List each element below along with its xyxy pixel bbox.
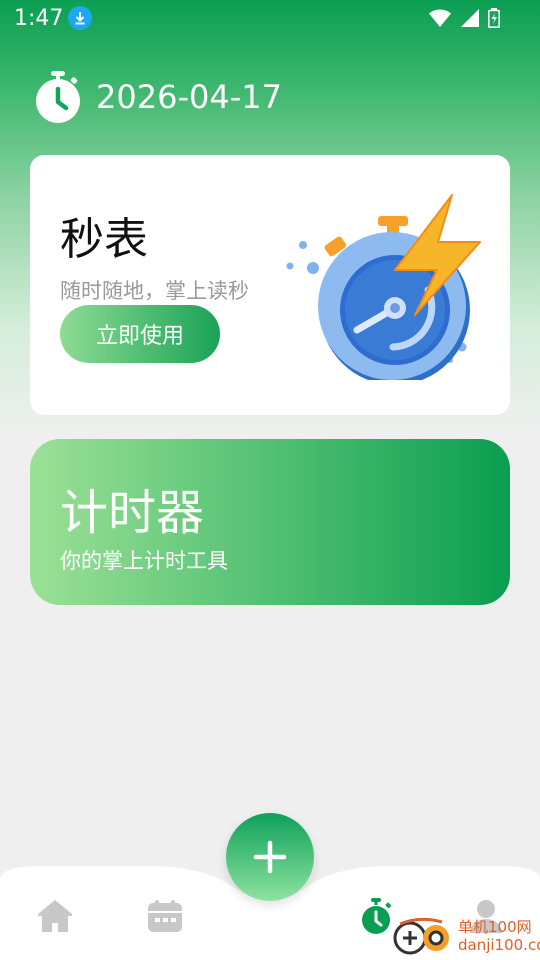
download-icon [68, 6, 92, 30]
add-button[interactable] [226, 813, 314, 901]
stopwatch-illustration-icon [286, 194, 481, 380]
home-icon [38, 900, 72, 932]
tab-home[interactable] [35, 896, 75, 936]
stopwatch-subtitle: 随时随地，掌上读秒 [60, 279, 249, 303]
watermark-line2: danji100.com [458, 936, 540, 954]
watermark-text: 单机100网 danji100.com [458, 918, 540, 954]
signal-icon [461, 9, 479, 27]
status-icons [428, 8, 500, 28]
current-date: 2026-04-17 [96, 78, 282, 116]
use-now-button[interactable]: 立即使用 [60, 305, 220, 363]
wifi-icon [429, 9, 451, 27]
timer-subtitle: 你的掌上计时工具 [60, 549, 228, 573]
stopwatch-title: 秒表 [60, 214, 148, 265]
watermark-logo-icon [393, 917, 449, 955]
stopwatch-tab-icon [362, 898, 392, 934]
timer-card[interactable]: 计时器 你的掌上计时工具 [30, 439, 510, 605]
tab-calendar[interactable] [145, 896, 185, 936]
watermark-line1: 单机100网 [458, 918, 532, 936]
status-bar: 1:47 [0, 0, 540, 40]
calendar-icon [148, 900, 182, 932]
header: 2026-04-17 [34, 70, 282, 124]
stopwatch-icon [36, 71, 80, 123]
stopwatch-card[interactable]: 秒表 随时随地，掌上读秒 立即使用 [30, 155, 510, 415]
status-time: 1:47 [14, 6, 64, 31]
watermark: 单机100网 danji100.com [390, 916, 540, 956]
battery-icon [488, 8, 500, 28]
plus-icon [253, 840, 287, 874]
timer-title: 计时器 [60, 485, 205, 541]
